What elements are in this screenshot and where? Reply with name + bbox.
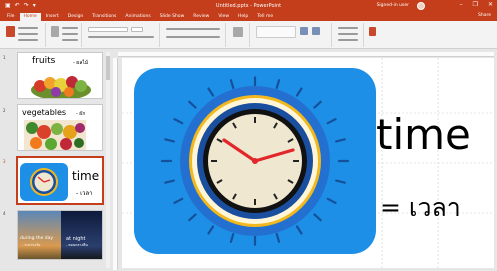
current-slide[interactable]: time = เวลา bbox=[122, 58, 494, 268]
tab-file[interactable]: File bbox=[3, 13, 19, 21]
minimize-button[interactable]: – bbox=[460, 1, 463, 8]
vertical-ruler bbox=[113, 58, 118, 270]
slide-number: 1 bbox=[3, 55, 6, 60]
window-controls: – ❐ ✕ bbox=[460, 1, 493, 8]
clock-thumbnail bbox=[20, 163, 68, 201]
share-button[interactable]: Share bbox=[478, 13, 491, 18]
thumb-meaning: - ผลไม้ bbox=[73, 60, 89, 66]
ribbon bbox=[0, 21, 497, 49]
tab-view[interactable]: View bbox=[214, 13, 233, 21]
user-name: Signed-in user bbox=[376, 3, 409, 8]
tab-design[interactable]: Design bbox=[64, 13, 88, 21]
slide-number: 2 bbox=[3, 108, 6, 113]
font-group bbox=[84, 23, 160, 47]
thumb-word: fruits bbox=[32, 56, 56, 66]
slide-thumbnail-2[interactable]: vegetables - ผัก bbox=[17, 104, 103, 151]
powerpoint-window: ▣ ↶ ↷ ▾ Untitled.pptx - PowerPoint Signe… bbox=[0, 0, 497, 271]
tab-transitions[interactable]: Transitions bbox=[88, 13, 120, 21]
maximize-button[interactable]: ❐ bbox=[473, 1, 478, 8]
scrollbar-thumb[interactable] bbox=[106, 56, 110, 80]
quick-styles-icon[interactable] bbox=[312, 27, 320, 35]
convert-group bbox=[228, 23, 250, 47]
clipboard-group bbox=[2, 23, 46, 47]
day-subcaption: - ระหว่างวัน bbox=[22, 243, 41, 247]
slide-number: 4 bbox=[3, 211, 6, 216]
thumb-word: time bbox=[72, 169, 100, 183]
design-ideas-icon[interactable] bbox=[369, 27, 376, 36]
slide-number: 3 bbox=[3, 159, 6, 164]
arrange-icon[interactable] bbox=[300, 27, 308, 35]
thumb-word: vegetables bbox=[22, 108, 67, 117]
slide-canvas bbox=[122, 58, 494, 268]
new-slide-icon[interactable] bbox=[51, 26, 59, 37]
vegetables-image bbox=[24, 120, 86, 150]
slide-word[interactable]: time bbox=[376, 110, 471, 159]
slide-thumbnail-1[interactable]: fruits - ผลไม้ bbox=[17, 52, 103, 99]
paste-icon[interactable] bbox=[6, 26, 15, 37]
day-caption: during the day bbox=[20, 236, 54, 241]
slide-meaning[interactable]: = เวลา bbox=[380, 188, 461, 228]
tab-insert[interactable]: Insert bbox=[42, 13, 63, 21]
tab-review[interactable]: Review bbox=[189, 13, 213, 21]
slide-thumbnail-4[interactable]: during the day - ระหว่างวัน at night - ต… bbox=[17, 210, 103, 260]
tab-help[interactable]: Help bbox=[234, 13, 252, 21]
horizontal-ruler bbox=[118, 52, 494, 57]
thumb-meaning: - ผัก bbox=[76, 111, 86, 117]
tab-slide-show[interactable]: Slide Show bbox=[156, 13, 189, 21]
tab-home[interactable]: Home bbox=[19, 13, 41, 21]
paragraph-group bbox=[162, 23, 226, 47]
night-subcaption: - ตอนกลางคืน bbox=[66, 243, 88, 247]
thumb-meaning: - เวลา bbox=[76, 190, 93, 197]
fruits-image bbox=[31, 76, 91, 98]
avatar[interactable] bbox=[417, 2, 425, 10]
editing-group bbox=[334, 23, 364, 47]
designer-group bbox=[366, 23, 380, 47]
drawing-group bbox=[252, 23, 332, 47]
tab-animations[interactable]: Animations bbox=[121, 13, 154, 21]
slide-thumbnail-pane: 1 fruits - ผลไม้ 2 vegetables - ผัก 3 ti… bbox=[0, 50, 112, 271]
ribbon-tabs: File Home Insert Design Transitions Anim… bbox=[0, 12, 497, 21]
smartart-icon[interactable] bbox=[233, 27, 243, 37]
clock-illustration[interactable] bbox=[134, 68, 376, 254]
close-button[interactable]: ✕ bbox=[488, 1, 493, 8]
slide-thumbnail-3[interactable]: time - เวลา bbox=[16, 156, 104, 205]
tell-me-search[interactable]: Tell me bbox=[253, 13, 277, 21]
slides-group bbox=[48, 23, 82, 47]
thumbnail-scrollbar[interactable] bbox=[106, 52, 110, 268]
title-bar: ▣ ↶ ↷ ▾ Untitled.pptx - PowerPoint Signe… bbox=[0, 0, 497, 12]
